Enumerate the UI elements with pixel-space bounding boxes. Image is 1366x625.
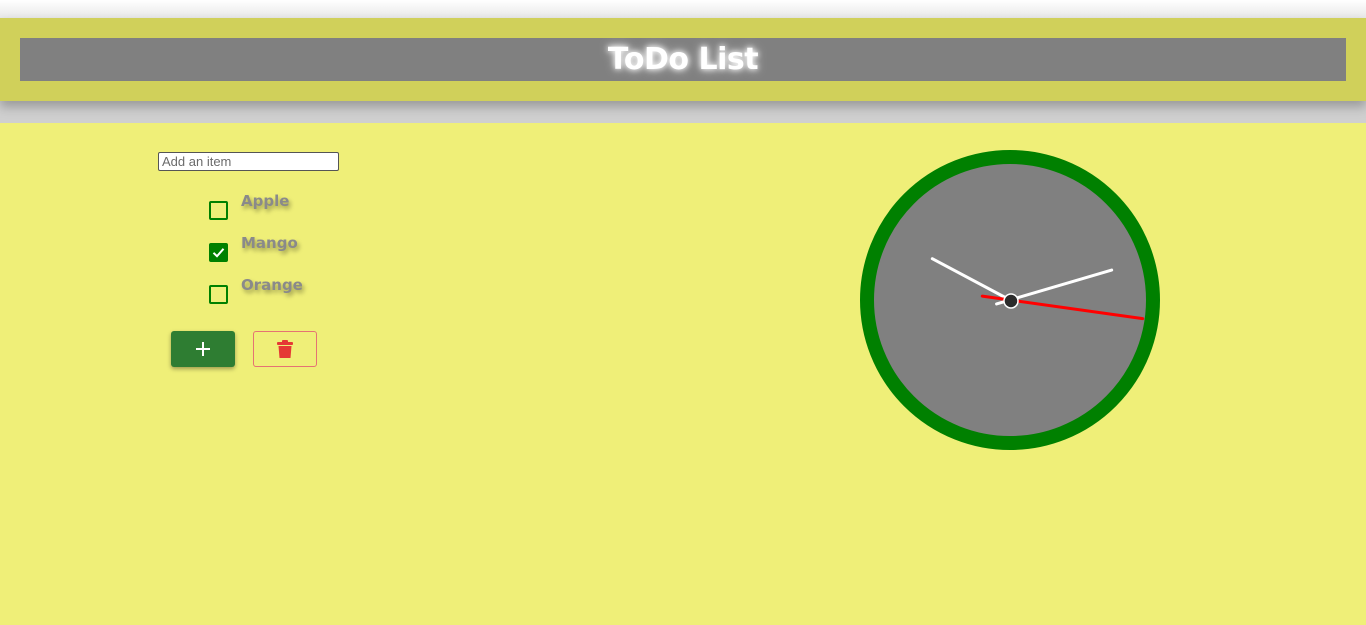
todo-label-mango: Mango [241,234,298,252]
todo-checkbox-orange[interactable] [209,285,228,304]
plus-icon [195,341,211,357]
page-title: ToDo List [607,42,759,77]
header-bar: ToDo List [20,38,1346,81]
analog-clock [860,150,1160,450]
header: ToDo List [0,18,1366,101]
main-content: Apple Mango Orange [0,123,1366,625]
top-band-highlight [0,0,1366,18]
checkmark-icon [212,248,225,258]
add-item-input[interactable] [158,152,339,171]
todo-checkbox-apple[interactable] [209,201,228,220]
todo-checkbox-mango[interactable] [209,243,228,262]
add-button[interactable] [171,331,235,367]
todo-label-orange: Orange [241,276,303,294]
todo-item-apple: Apple [209,191,409,233]
todo-item-orange: Orange [209,275,409,317]
trash-icon [277,340,293,358]
todo-item-mango: Mango [209,233,409,275]
todo-list: Apple Mango Orange [209,191,409,317]
clock-center-pin [1003,293,1019,309]
todo-label-apple: Apple [241,192,290,210]
delete-button[interactable] [253,331,317,367]
